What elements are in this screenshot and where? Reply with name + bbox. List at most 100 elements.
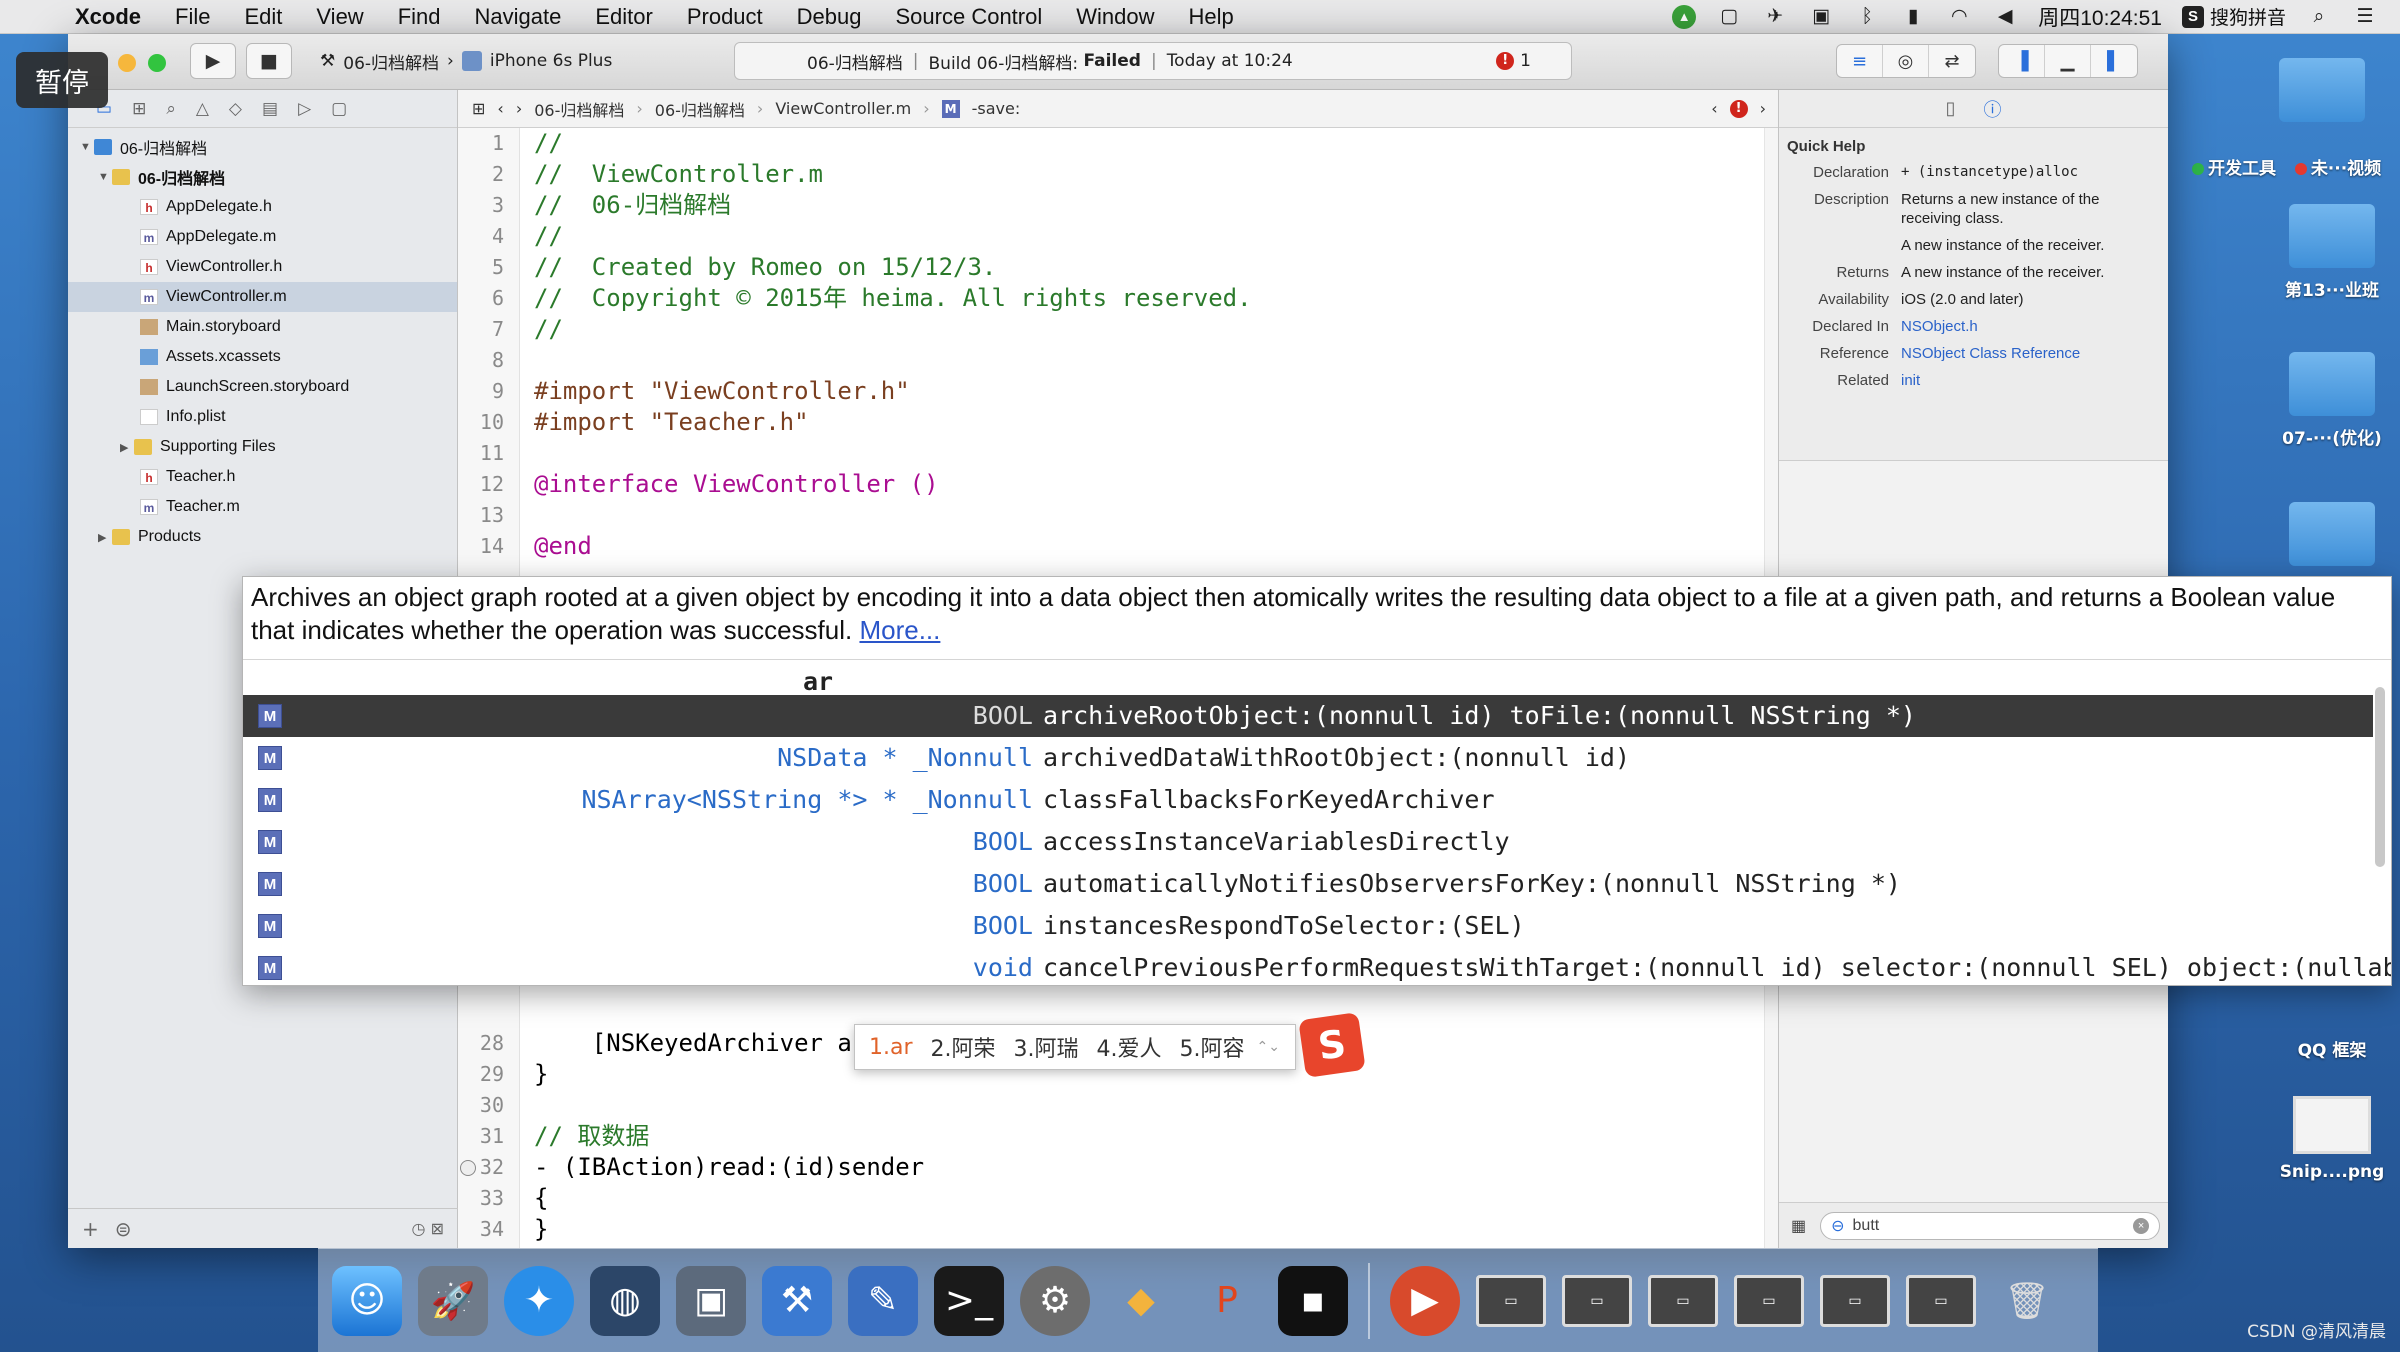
tree-file-teacher-m[interactable]: m Teacher.m [68,492,457,522]
menu-window[interactable]: Window [1059,4,1171,30]
jump-project[interactable]: 06-归档解档 [534,97,624,121]
search-tab-icon[interactable]: ⌕ [166,99,176,119]
code-line[interactable]: 32- (IBAction)read:(id)sender [458,1152,1758,1183]
volume-icon[interactable]: ◀ [1992,6,2018,28]
notification-center-icon[interactable]: ☰ [2352,6,2378,28]
completion-item[interactable]: M BOOL automaticallyNotifiesObserversForKe… [243,863,2373,905]
ime-candidate-4[interactable]: 4.爱人 [1097,1031,1162,1063]
standard-editor-icon[interactable]: ≡ [1837,45,1883,77]
report-tab-icon[interactable]: ▢ [331,99,347,119]
tree-file-assets[interactable]: Assets.xcassets [68,342,457,372]
more-link[interactable]: More... [859,615,940,645]
page-arrows-icon[interactable]: ⌃⌄ [1257,1039,1280,1055]
tree-file-viewcontroller-m[interactable]: m ViewController.m [68,282,457,312]
run-button[interactable]: ▶ [190,43,236,79]
jump-method[interactable]: -save: [972,99,1021,118]
system-preferences-icon[interactable]: ⚙ [1020,1265,1090,1336]
trash-icon[interactable]: 🗑 [1992,1266,2062,1336]
jump-file[interactable]: ViewController.m [775,99,911,118]
grid-view-icon[interactable]: ▦ [1791,1216,1806,1236]
minimized-window-5[interactable]: ▭ [1820,1274,1890,1327]
symbol-tab-icon[interactable]: ⊞ [132,99,146,119]
quick-help-icon[interactable]: ⓘ [1983,96,2001,122]
completion-item[interactable]: M BOOL archiveRootObject:(nonnull id) toFi… [243,695,2373,737]
ime-candidate-5[interactable]: 5.阿容 [1180,1031,1245,1063]
code-line[interactable]: 6 // Copyright © 2015年 heima. All rights … [458,283,1758,314]
minimized-window-4[interactable]: ▭ [1734,1274,1804,1327]
device-name[interactable]: iPhone 6s Plus [490,51,612,71]
minimized-window-1[interactable]: ▭ [1476,1274,1546,1327]
back-arrow-icon[interactable]: ‹ [497,99,503,118]
completion-item[interactable]: Mvoid cancelPreviousPerformRequestsWithTa… [243,947,2391,985]
sketch-icon[interactable]: ◆ [1106,1266,1176,1336]
utilities-toggle-icon[interactable]: ▌ [2091,45,2137,77]
reference-link[interactable]: NSObject Class Reference [1901,344,2151,363]
instruments-icon[interactable]: ✎ [848,1265,918,1336]
powerpoint-icon[interactable]: P [1192,1266,1262,1336]
code-line[interactable]: 11 [458,438,1758,469]
tree-file-appdelegate-m[interactable]: m AppDelegate.m [68,222,457,252]
menu-source-control[interactable]: Source Control [879,4,1060,30]
completion-item[interactable]: M BOOL instancesRespondToSelector:(SEL) [243,905,2373,947]
minimize-button[interactable] [118,54,136,72]
media-app-icon[interactable]: ▣ [676,1265,746,1336]
code-line[interactable]: 3 // 06-归档解档 [458,190,1758,221]
ime-candidate-2[interactable]: 2.阿荣 [931,1031,996,1063]
library-filter-field[interactable]: ⊖ butt × [1820,1211,2161,1240]
safari-icon[interactable]: ✦ [504,1265,574,1336]
tree-group-supporting-files[interactable]: ▶ Supporting Files [68,432,457,462]
tree-group[interactable]: ▼ 06-归档解档 [68,162,457,192]
code-line[interactable]: 7 // [458,314,1758,345]
version-editor-icon[interactable]: ⇄ [1929,45,1975,77]
disclosure-closed-icon[interactable]: ▶ [98,531,112,544]
related-items-icon[interactable]: ⊞ [472,99,485,118]
navigator-toggle-icon[interactable]: ▐ [1999,45,2045,77]
desktop-qq-framework[interactable]: QQ 框架 [2280,1036,2384,1061]
scheme-selector[interactable]: ⚒ 06-归档解档 › iPhone 6s Plus [320,43,690,79]
related-link[interactable]: init [1901,371,2151,390]
test-tab-icon[interactable]: ◇ [229,99,242,119]
code-line[interactable]: 34} [458,1214,1758,1245]
next-issue-icon[interactable]: › [1760,99,1766,118]
previous-issue-icon[interactable]: ‹ [1711,99,1717,118]
breakpoint-tab-icon[interactable]: ▷ [298,99,311,119]
menu-navigate[interactable]: Navigate [458,4,579,30]
camera-icon[interactable]: ▣ [1808,6,1834,28]
window-icon[interactable]: ▢ [1716,6,1742,28]
minimized-window-2[interactable]: ▭ [1562,1274,1632,1327]
code-line[interactable]: 12 @interface ViewController () [458,469,1758,500]
tree-group-products[interactable]: ▶ Products [68,522,457,552]
error-icon[interactable]: ! [1729,99,1748,118]
tree-file-launchscreen[interactable]: LaunchScreen.storyboard [68,372,457,402]
status-green-icon[interactable]: ▲ [1672,4,1697,29]
tree-file-teacher-h[interactable]: h Teacher.h [68,462,457,492]
error-indicator[interactable]: ! 1 [1496,51,1531,71]
desktop-folder-1[interactable] [2272,58,2372,130]
completion-item[interactable]: M NSData * _Nonnull archivedDataWithRootOb… [243,737,2373,779]
tree-file-info-plist[interactable]: Info.plist [68,402,457,432]
ime-candidate-3[interactable]: 3.阿瑞 [1014,1031,1079,1063]
recorder-icon[interactable]: ▶ [1390,1265,1460,1336]
issue-tab-icon[interactable]: △ [196,99,209,119]
completion-item[interactable]: M NSArray<NSString *> * _Nonnull classFall… [243,779,2373,821]
code-line[interactable]: 1 // [458,128,1758,159]
code-line[interactable]: 14 @end [458,531,1758,562]
minimized-window-6[interactable]: ▭ [1906,1274,1976,1327]
disclosure-open-icon[interactable]: ▼ [98,171,112,183]
clear-icon[interactable]: × [2133,1217,2150,1234]
editor-mode-control[interactable]: ≡ ◎ ⇄ [1836,44,1976,78]
desktop-folder-class13[interactable]: 第13···业班 [2280,204,2384,301]
menu-help[interactable]: Help [1172,4,1251,30]
terminal-icon[interactable]: >_ [934,1265,1004,1336]
menu-file[interactable]: File [158,4,227,30]
code-line[interactable]: 5 // Created by Romeo on 15/12/3. [458,252,1758,283]
zoom-button[interactable] [148,54,166,72]
finder-icon[interactable]: ☺ [332,1265,402,1336]
code-line[interactable]: 8 [458,345,1758,376]
recent-files-icon[interactable]: ◷ ⊠ [412,1219,444,1238]
code-line[interactable]: 10 #import "Teacher.h" [458,407,1758,438]
forward-arrow-icon[interactable]: › [516,99,522,118]
menu-product[interactable]: Product [670,4,780,30]
ime-candidate-1[interactable]: 1.ar [869,1035,913,1060]
code-line[interactable]: 2 // ViewController.m [458,159,1758,190]
